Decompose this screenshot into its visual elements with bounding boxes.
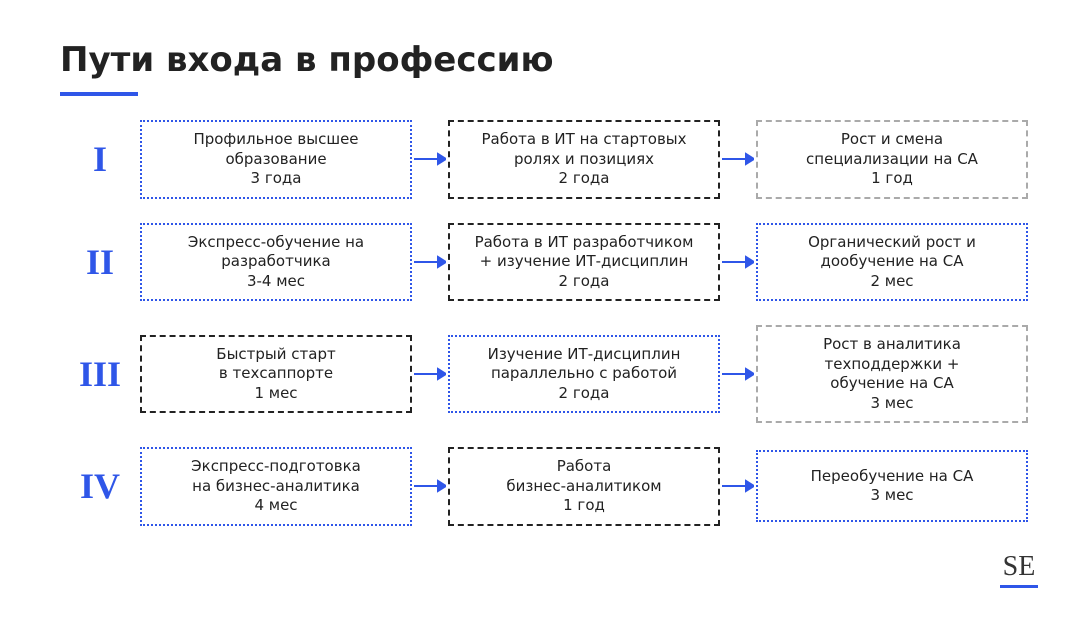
step-line: разработчика	[221, 252, 330, 272]
step-duration: 3 года	[251, 169, 302, 189]
path-step: Рост и сменаспециализации на СА1 год	[756, 120, 1028, 199]
path-index-roman: III	[60, 353, 140, 395]
path-step: Рост в аналитикатехподдержки +обучение н…	[756, 325, 1028, 423]
step-duration: 2 года	[559, 169, 610, 189]
step-duration: 3 мес	[870, 486, 913, 506]
step-line: Экспресс-подготовка	[191, 457, 361, 477]
step-line: образование	[225, 150, 326, 170]
step-line: Работа	[557, 457, 612, 477]
step-duration: 2 года	[559, 272, 610, 292]
path-row: IПрофильное высшееобразование3 годаРабот…	[60, 120, 1028, 199]
step-line: Рост в аналитика	[823, 335, 961, 355]
step-line: в техсаппорте	[219, 364, 333, 384]
path-step: Переобучение на СА3 мес	[756, 450, 1028, 522]
path-step: Изучение ИТ-дисциплинпараллельно с работ…	[448, 335, 720, 414]
step-line: дообучение на СА	[821, 252, 964, 272]
step-line: обучение на СА	[830, 374, 953, 394]
step-line: + изучение ИТ-дисциплин	[480, 252, 689, 272]
path-index-roman: IV	[60, 465, 140, 507]
step-duration: 1 мес	[254, 384, 297, 404]
arrow-right-icon	[720, 255, 756, 269]
step-line: Профильное высшее	[193, 130, 358, 150]
step-line: Работа в ИТ на стартовых	[481, 130, 686, 150]
step-line: на бизнес-аналитика	[192, 477, 360, 497]
step-duration: 2 года	[559, 384, 610, 404]
page-title: Пути входа в профессию	[60, 40, 1028, 80]
path-index-roman: I	[60, 138, 140, 180]
step-line: Рост и смена	[841, 130, 943, 150]
footer-logo: SE	[1000, 551, 1038, 588]
title-underline	[60, 92, 138, 96]
arrow-right-icon	[412, 152, 448, 166]
path-step: Органический рост идообучение на СА2 мес	[756, 223, 1028, 302]
step-duration: 4 мес	[254, 496, 297, 516]
step-line: Переобучение на СА	[811, 467, 974, 487]
path-step: Работа в ИТ на стартовыхролях и позициях…	[448, 120, 720, 199]
step-line: Работа в ИТ разработчиком	[475, 233, 694, 253]
arrow-right-icon	[720, 152, 756, 166]
step-line: параллельно с работой	[491, 364, 677, 384]
path-step: Работа в ИТ разработчиком+ изучение ИТ-д…	[448, 223, 720, 302]
step-duration: 1 год	[563, 496, 605, 516]
path-step: Экспресс-подготовкана бизнес-аналитика4 …	[140, 447, 412, 526]
step-line: ролях и позициях	[514, 150, 654, 170]
step-line: Экспресс-обучение на	[188, 233, 364, 253]
path-step: Профильное высшееобразование3 года	[140, 120, 412, 199]
path-step: Экспресс-обучение наразработчика3-4 мес	[140, 223, 412, 302]
footer-logo-text: SE	[1003, 551, 1036, 582]
footer-logo-bar	[1000, 585, 1038, 588]
path-row: IIIБыстрый стартв техсаппорте1 месИзучен…	[60, 325, 1028, 423]
path-index-roman: II	[60, 241, 140, 283]
step-line: Органический рост и	[808, 233, 976, 253]
path-step: Работабизнес-аналитиком1 год	[448, 447, 720, 526]
step-line: техподдержки +	[825, 355, 960, 375]
arrow-right-icon	[720, 479, 756, 493]
step-duration: 2 мес	[870, 272, 913, 292]
arrow-right-icon	[412, 255, 448, 269]
arrow-right-icon	[412, 479, 448, 493]
step-line: Изучение ИТ-дисциплин	[488, 345, 681, 365]
paths-container: IПрофильное высшееобразование3 годаРабот…	[60, 120, 1028, 526]
step-duration: 3 мес	[870, 394, 913, 414]
path-row: IVЭкспресс-подготовкана бизнес-аналитика…	[60, 447, 1028, 526]
path-row: IIЭкспресс-обучение наразработчика3-4 ме…	[60, 223, 1028, 302]
step-line: специализации на СА	[806, 150, 978, 170]
step-duration: 3-4 мес	[247, 272, 305, 292]
path-step: Быстрый стартв техсаппорте1 мес	[140, 335, 412, 414]
step-line: Быстрый старт	[216, 345, 335, 365]
arrow-right-icon	[412, 367, 448, 381]
arrow-right-icon	[720, 367, 756, 381]
step-duration: 1 год	[871, 169, 913, 189]
step-line: бизнес-аналитиком	[506, 477, 661, 497]
